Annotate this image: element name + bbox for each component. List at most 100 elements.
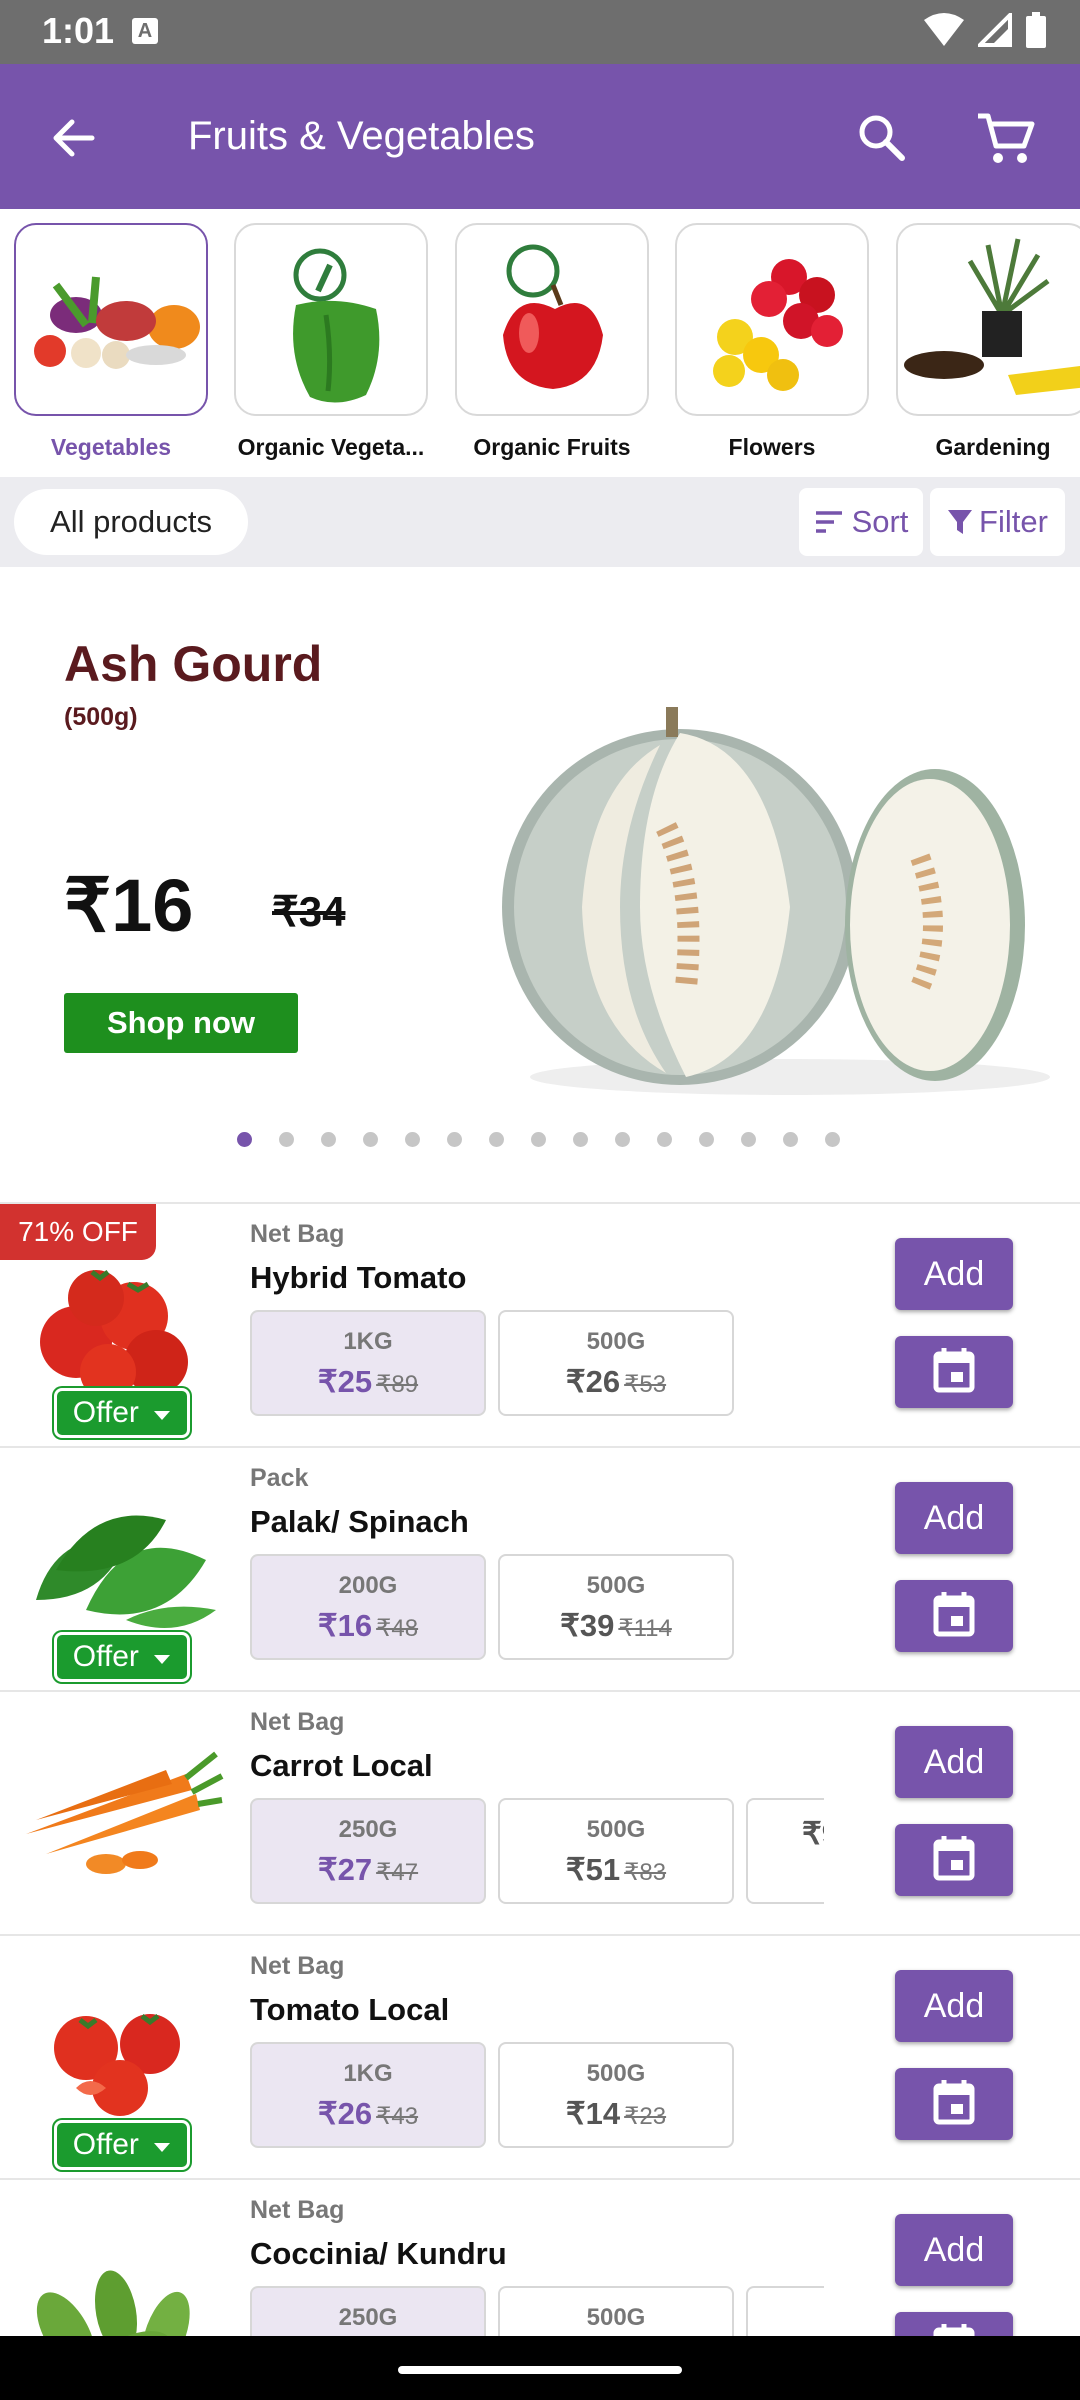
sort-icon [815,511,842,533]
variant-price: ₹26 [565,1364,621,1399]
product-row-palak-spinach: Offer Pack Palak/ Spinach 200G ₹16 ₹48 50… [0,1448,1080,1692]
category-image [455,223,649,416]
add-button[interactable]: Add [895,2214,1013,2286]
product-name: Palak/ Spinach [250,1504,469,1539]
product-name: Carrot Local [250,1748,433,1783]
variant-option[interactable]: 1KG ₹25 ₹89 [250,1310,486,1416]
schedule-button[interactable] [895,2312,1013,2336]
carousel-dot[interactable] [741,1132,756,1147]
carousel-dot[interactable] [405,1132,420,1147]
product-unit: Net Bag [250,2196,345,2224]
add-button[interactable]: Add [895,1726,1013,1798]
home-gesture-handle[interactable] [398,2366,682,2374]
variant-option[interactable]: 500G [498,2286,734,2336]
offer-label: Offer [72,1640,139,1673]
add-button[interactable]: Add [895,1482,1013,1554]
category-image [675,223,869,416]
product-unit: Pack [250,1464,309,1492]
category-flowers[interactable]: Flowers [675,223,869,461]
variant-size: 500G [586,1572,646,1599]
calendar-icon [933,2324,975,2336]
category-label: Gardening [935,434,1051,460]
all-products-chip[interactable]: All products [14,489,248,555]
banner-mrp: ₹34 [272,888,346,935]
status-bar: 1:01 A [0,0,1080,64]
shop-now-button[interactable]: Shop now [64,993,298,1053]
product-row-carrot-local: Net Bag Carrot Local 250G ₹27 ₹47 500G ₹5… [0,1692,1080,1936]
product-image [36,1515,216,1628]
carousel-dot[interactable] [237,1132,252,1147]
category-vegetables[interactable]: Vegetables [14,223,208,461]
variant-price: ₹9 [802,1816,824,1851]
variant-price: ₹25 [317,1364,373,1399]
sort-label: Sort [851,504,909,539]
category-label: Organic Fruits [473,434,631,460]
variant-option[interactable]: 250G ₹27 ₹47 [250,1798,486,1904]
category-label: Vegetables [50,434,172,460]
back-button[interactable] [44,108,104,168]
schedule-button[interactable] [895,1580,1013,1652]
variant-option[interactable]: 500G ₹39 ₹114 [498,1554,734,1660]
filter-button[interactable]: Filter [930,488,1065,556]
banner-title: Ash Gourd [64,636,323,692]
carousel-dot[interactable] [615,1132,630,1147]
cart-button[interactable] [974,108,1038,168]
variant-mrp: ₹47 [376,1859,419,1886]
variant-list: 1KG ₹26 ₹43 500G ₹14 ₹23 [250,2042,824,2152]
offer-dropdown[interactable]: Offer [54,2120,190,2170]
variant-price: ₹16 [317,1608,373,1643]
variant-option[interactable]: 500G ₹51 ₹83 [498,1798,734,1904]
carousel-dot[interactable] [573,1132,588,1147]
category-organic-vegetables[interactable]: Organic Vegeta... [234,223,428,461]
offer-label: Offer [72,2128,139,2161]
variant-size: 1KG [343,1328,393,1355]
search-button[interactable] [852,108,912,168]
variant-option[interactable]: 200G ₹16 ₹48 [250,1554,486,1660]
carousel-dot[interactable] [279,1132,294,1147]
variant-price: ₹51 [565,1852,621,1887]
product-name: Tomato Local [250,1992,450,2027]
category-organic-fruits[interactable]: Organic Fruits [455,223,649,461]
variant-price: ₹39 [560,1608,615,1643]
product-image [26,1751,224,1874]
category-strip: Vegetables Organic Vegeta... Organic Fru… [0,209,1080,477]
signal-icon [978,13,1012,47]
carousel-dot[interactable] [363,1132,378,1147]
variant-option[interactable]: 250G [250,2286,486,2336]
add-button[interactable]: Add [895,1238,1013,1310]
variant-option[interactable]: 1KG ₹26 ₹43 [250,2042,486,2148]
carousel-dot[interactable] [825,1132,840,1147]
carousel-dot[interactable] [657,1132,672,1147]
add-button[interactable]: Add [895,1970,1013,2042]
variant-option[interactable] [746,2286,824,2336]
variant-option[interactable]: ₹9 [746,1798,824,1904]
product-name: Coccinia/ Kundru [250,2236,507,2271]
variant-mrp: ₹43 [376,2103,419,2130]
carousel-dot[interactable] [447,1132,462,1147]
variant-size: 250G [338,2304,398,2331]
category-gardening[interactable]: Gardening [896,223,1080,461]
back-arrow-icon [53,119,95,157]
caret-down-icon [154,1655,171,1664]
variant-option[interactable]: 500G ₹26 ₹53 [498,1310,734,1416]
offer-dropdown[interactable]: Offer [54,1632,190,1682]
carousel-dot[interactable] [321,1132,336,1147]
schedule-button[interactable] [895,2068,1013,2140]
product-list: 71% OFF Offer Net Bag Hybrid Tomato 1KG … [0,1202,1080,2336]
promo-banner[interactable]: Ash Gourd (500g) ₹16 ₹34 Shop now [0,567,1080,1180]
schedule-button[interactable] [895,1824,1013,1896]
variant-list: 250G ₹27₹47 500G ₹51₹83 ₹9 [250,1798,824,1908]
sort-button[interactable]: Sort [799,488,923,556]
variant-size: 500G [586,2304,646,2331]
product-name: Hybrid Tomato [250,1260,467,1295]
carousel-dot[interactable] [489,1132,504,1147]
schedule-button[interactable] [895,1336,1013,1408]
carousel-dot[interactable] [699,1132,714,1147]
product-row-tomato-local: Offer Net Bag Tomato Local 1KG ₹26 ₹43 50… [0,1936,1080,2180]
variant-option[interactable]: 500G ₹14 ₹23 [498,2042,734,2148]
carousel-dot[interactable] [531,1132,546,1147]
offer-dropdown[interactable]: Offer [54,1388,190,1438]
product-row-coccinia-kundru: Net Bag Coccinia/ Kundru 250G 500G Add [0,2180,1080,2336]
variant-price: ₹14 [565,2096,621,2131]
carousel-dot[interactable] [783,1132,798,1147]
